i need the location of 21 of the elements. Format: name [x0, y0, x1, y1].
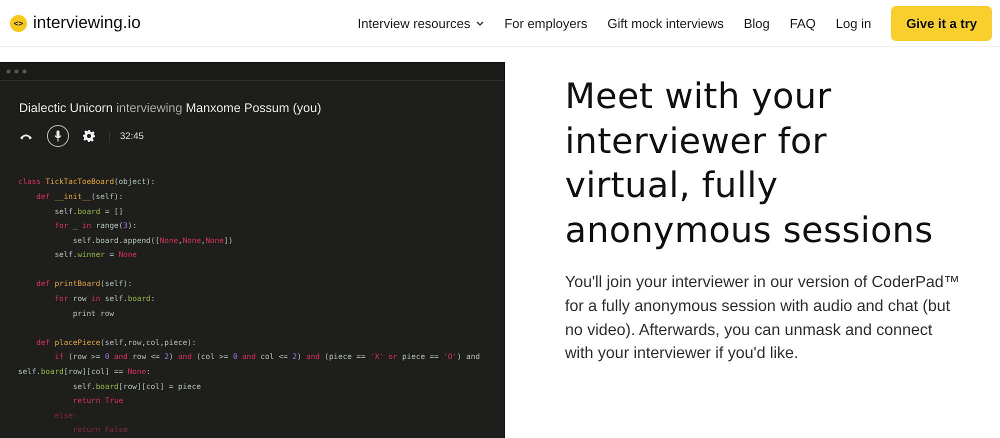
logo-text[interactable]: interviewing.io	[33, 13, 141, 33]
nav-link[interactable]: Gift mock interviews	[607, 16, 724, 30]
nav-link[interactable]: Log in	[836, 16, 872, 30]
nav-link[interactable]: Blog	[744, 16, 770, 30]
heading-line: interviewer for	[565, 120, 828, 164]
session-title: Dialectic Unicorn interviewing Manxome Possum (you)	[18, 100, 322, 116]
description-paragraph: You'll join your interviewer in our version of CoderPad™ for a fully anonymous session with audio and chat (but no video). Afterwards, you can unmask and connect with your interviewer if you'd like.	[565, 273, 961, 364]
timer: 32:45	[109, 130, 144, 142]
nav-link[interactable]: FAQ	[790, 16, 816, 30]
heading-line: Meet with your	[565, 76, 832, 119]
heading-line: virtual, fully	[565, 165, 780, 208]
microphone-button[interactable]	[47, 125, 69, 148]
nav-link[interactable]: For employers	[504, 16, 588, 30]
microphone-icon	[54, 130, 62, 142]
try-button[interactable]: Give it a try	[891, 6, 992, 40]
dots-icon	[6, 68, 28, 74]
heading-line: anonymous sessions	[565, 210, 934, 252]
nav-link[interactable]: Interview resources	[358, 16, 484, 30]
phone-icon[interactable]	[19, 132, 33, 140]
settings-icon[interactable]	[83, 130, 95, 142]
logo-icon[interactable]: <>	[10, 14, 27, 32]
